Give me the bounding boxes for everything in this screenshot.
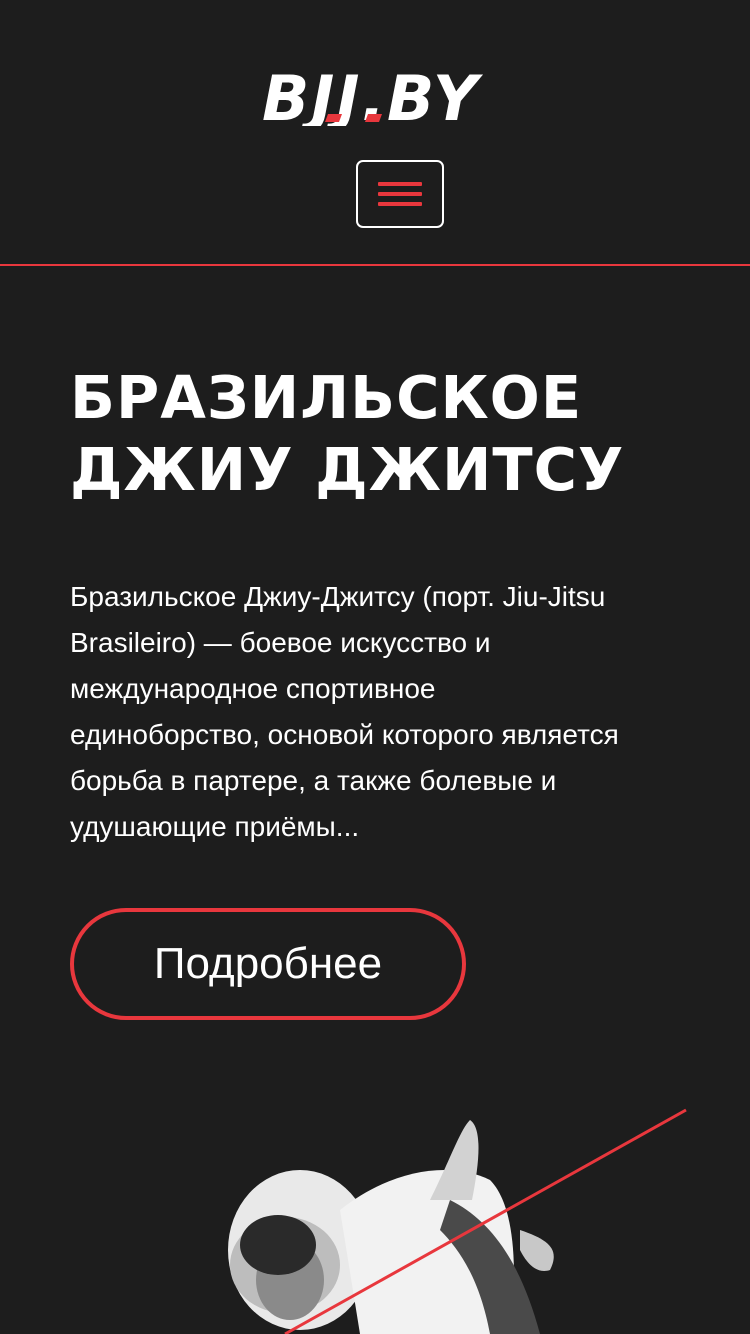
- bjj-athlete-photo: [228, 1108, 687, 1334]
- hero-title-line: ДЖИУ ДЖИТСУ: [70, 435, 625, 504]
- hero-title: БРАЗИЛЬСКОЕ ДЖИУ ДЖИТСУ: [70, 362, 710, 506]
- hero-description-line: международное спортивное: [70, 673, 436, 704]
- hero-description-line: борьба в партере, а также болевые и: [70, 765, 557, 796]
- hero-description-line: единоборство, основой которого является: [70, 719, 619, 750]
- more-button[interactable]: Подробнее: [70, 908, 466, 1020]
- hero-title-line: БРАЗИЛЬСКОЕ: [70, 363, 583, 432]
- hero-description: Бразильское Джиу-Джитсу (порт. Jiu-Jitsu…: [70, 574, 730, 850]
- site-logo[interactable]: BJJ.BY: [262, 62, 538, 126]
- hero-description-line: Brasileiro) — боевое искусство и: [70, 627, 491, 658]
- site-header: BJJ.BY: [0, 0, 750, 266]
- hero-description-line: удушающие приёмы...: [70, 811, 360, 842]
- hamburger-menu-icon-bar: [378, 192, 422, 196]
- menu-toggle-button[interactable]: [356, 160, 444, 228]
- athlete-figure: [228, 1120, 554, 1334]
- hero-description-line: Бразильское Джиу-Джитсу (порт. Jiu-Jitsu: [70, 581, 606, 612]
- hamburger-menu-icon: [378, 182, 422, 186]
- hamburger-menu-icon-bar: [378, 202, 422, 206]
